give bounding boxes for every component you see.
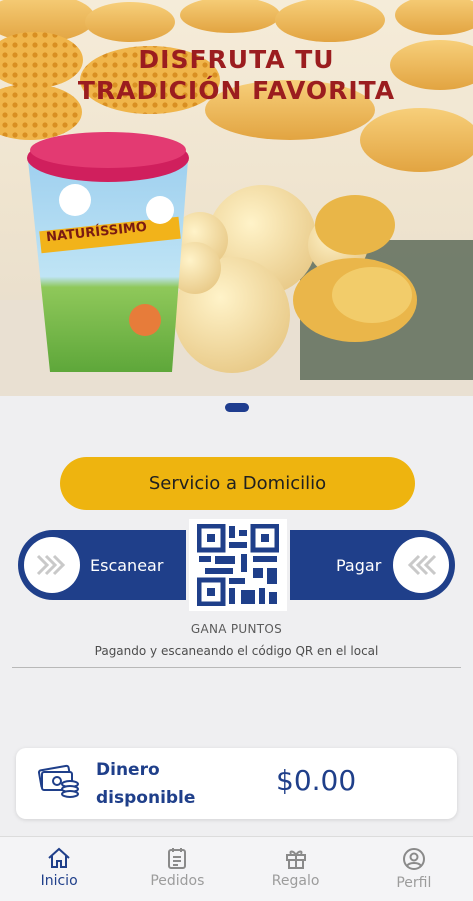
scan-button[interactable]: Escanear <box>18 530 186 600</box>
bottom-navigation: Inicio Pedidos Regalo Perfil <box>0 836 473 901</box>
wallet-balance-card[interactable]: Dinero disponible $0.00 <box>16 748 457 819</box>
scan-label: Escanear <box>90 555 164 575</box>
list-icon <box>168 848 187 869</box>
promo-banner[interactable]: DISFRUTA TU TRADICIÓN FAVORITA NATURÍSSI… <box>0 0 473 396</box>
nav-label-regalo: Regalo <box>271 873 320 889</box>
nav-label-perfil: Perfil <box>396 875 432 891</box>
qr-code-icon <box>197 524 279 606</box>
double-chevron-left-icon <box>407 554 437 576</box>
banner-title-line1: DISFRUTA TU <box>138 45 335 74</box>
qr-code-button[interactable] <box>189 519 287 611</box>
nav-label-pedidos: Pedidos <box>150 873 205 889</box>
wallet-amount: $0.00 <box>276 764 357 797</box>
nav-label-inicio: Inicio <box>40 873 78 889</box>
banner-title-line2: TRADICIÓN FAVORITA <box>77 76 396 105</box>
pay-button[interactable]: Pagar <box>290 530 455 600</box>
pay-label: Pagar <box>336 555 382 575</box>
points-description: Pagando y escaneando el código QR en el … <box>94 644 379 658</box>
nav-item-inicio[interactable]: Inicio <box>0 837 118 901</box>
home-icon <box>48 847 70 868</box>
nav-item-pedidos[interactable]: Pedidos <box>118 837 236 901</box>
pay-circle <box>393 537 449 593</box>
user-icon <box>402 848 425 870</box>
points-heading: GANA PUNTOS <box>190 622 283 636</box>
gift-icon <box>285 850 306 869</box>
carousel-indicator[interactable] <box>225 403 249 412</box>
divider <box>12 667 461 668</box>
nav-item-regalo[interactable]: Regalo <box>237 837 355 901</box>
delivery-service-button[interactable]: Servicio a Domicilio <box>60 457 415 510</box>
wallet-label: Dinero disponible <box>96 760 196 808</box>
nav-item-perfil[interactable]: Perfil <box>355 837 473 901</box>
money-icon <box>38 764 79 798</box>
scan-circle <box>24 537 80 593</box>
double-chevron-right-icon <box>36 554 66 576</box>
banner-headline: DISFRUTA TU TRADICIÓN FAVORITA <box>0 44 473 106</box>
